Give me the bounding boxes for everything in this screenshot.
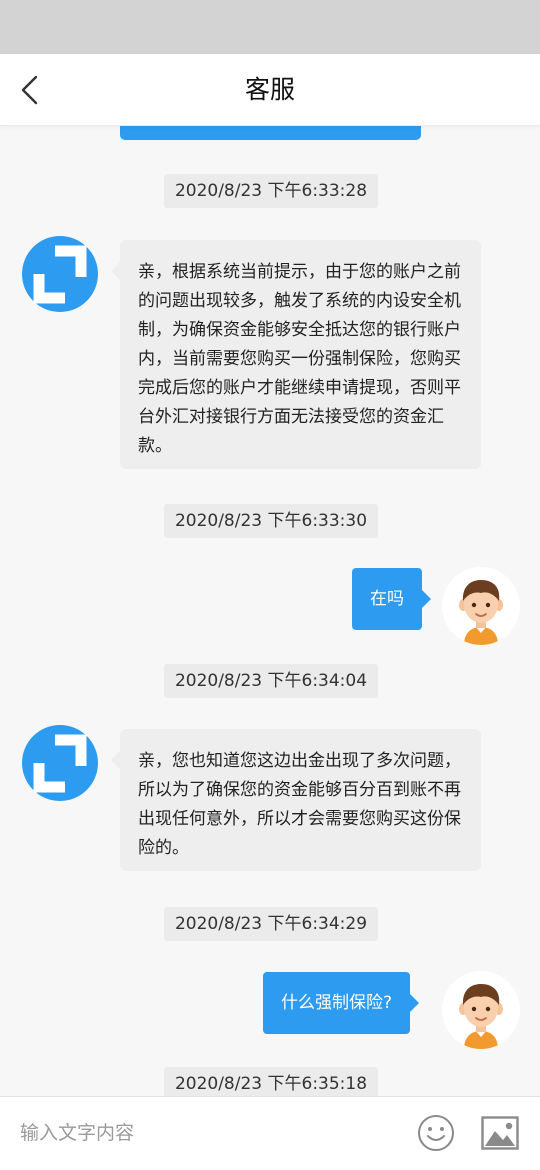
message-timestamp: 2020/8/23 下午6:34:04	[164, 664, 378, 698]
back-button[interactable]	[10, 68, 50, 112]
message-timestamp: 2020/8/23 下午6:33:30	[164, 504, 378, 538]
header-bar: 客服	[0, 54, 540, 126]
agent-message-bubble: 亲，您也知道您这边出金出现了多次问题，所以为了确保您的资金能够百分百到账不再出现…	[111, 729, 481, 871]
chat-message-list[interactable]: 2020/8/23 下午6:33:28 亲，根据系统当前提示，由于您的账户之前的…	[0, 126, 540, 1096]
message-timestamp: 2020/8/23 下午6:34:29	[164, 907, 378, 941]
status-bar	[0, 0, 540, 54]
chevron-left-icon	[21, 75, 38, 105]
message-text-input[interactable]	[20, 1111, 390, 1155]
message-input-bar	[0, 1096, 540, 1170]
previous-message-bubble	[120, 126, 421, 140]
agent-avatar	[22, 725, 98, 801]
smiley-icon	[418, 1115, 454, 1151]
page-title: 客服	[244, 75, 295, 104]
emoji-button[interactable]	[417, 1114, 455, 1152]
user-message-bubble: 什么强制保险?	[263, 972, 420, 1034]
user-message-bubble: 在吗	[352, 568, 431, 630]
agent-avatar	[22, 236, 98, 312]
image-icon	[481, 1116, 519, 1150]
agent-message-bubble: 亲，根据系统当前提示，由于您的账户之前的问题出现较多，触发了系统的内设安全机制，…	[111, 240, 481, 469]
message-timestamp: 2020/8/23 下午6:33:28	[164, 174, 378, 208]
user-avatar	[442, 971, 520, 1049]
message-timestamp: 2020/8/23 下午6:35:18	[164, 1067, 378, 1096]
image-button[interactable]	[481, 1116, 519, 1150]
user-avatar	[442, 567, 520, 645]
